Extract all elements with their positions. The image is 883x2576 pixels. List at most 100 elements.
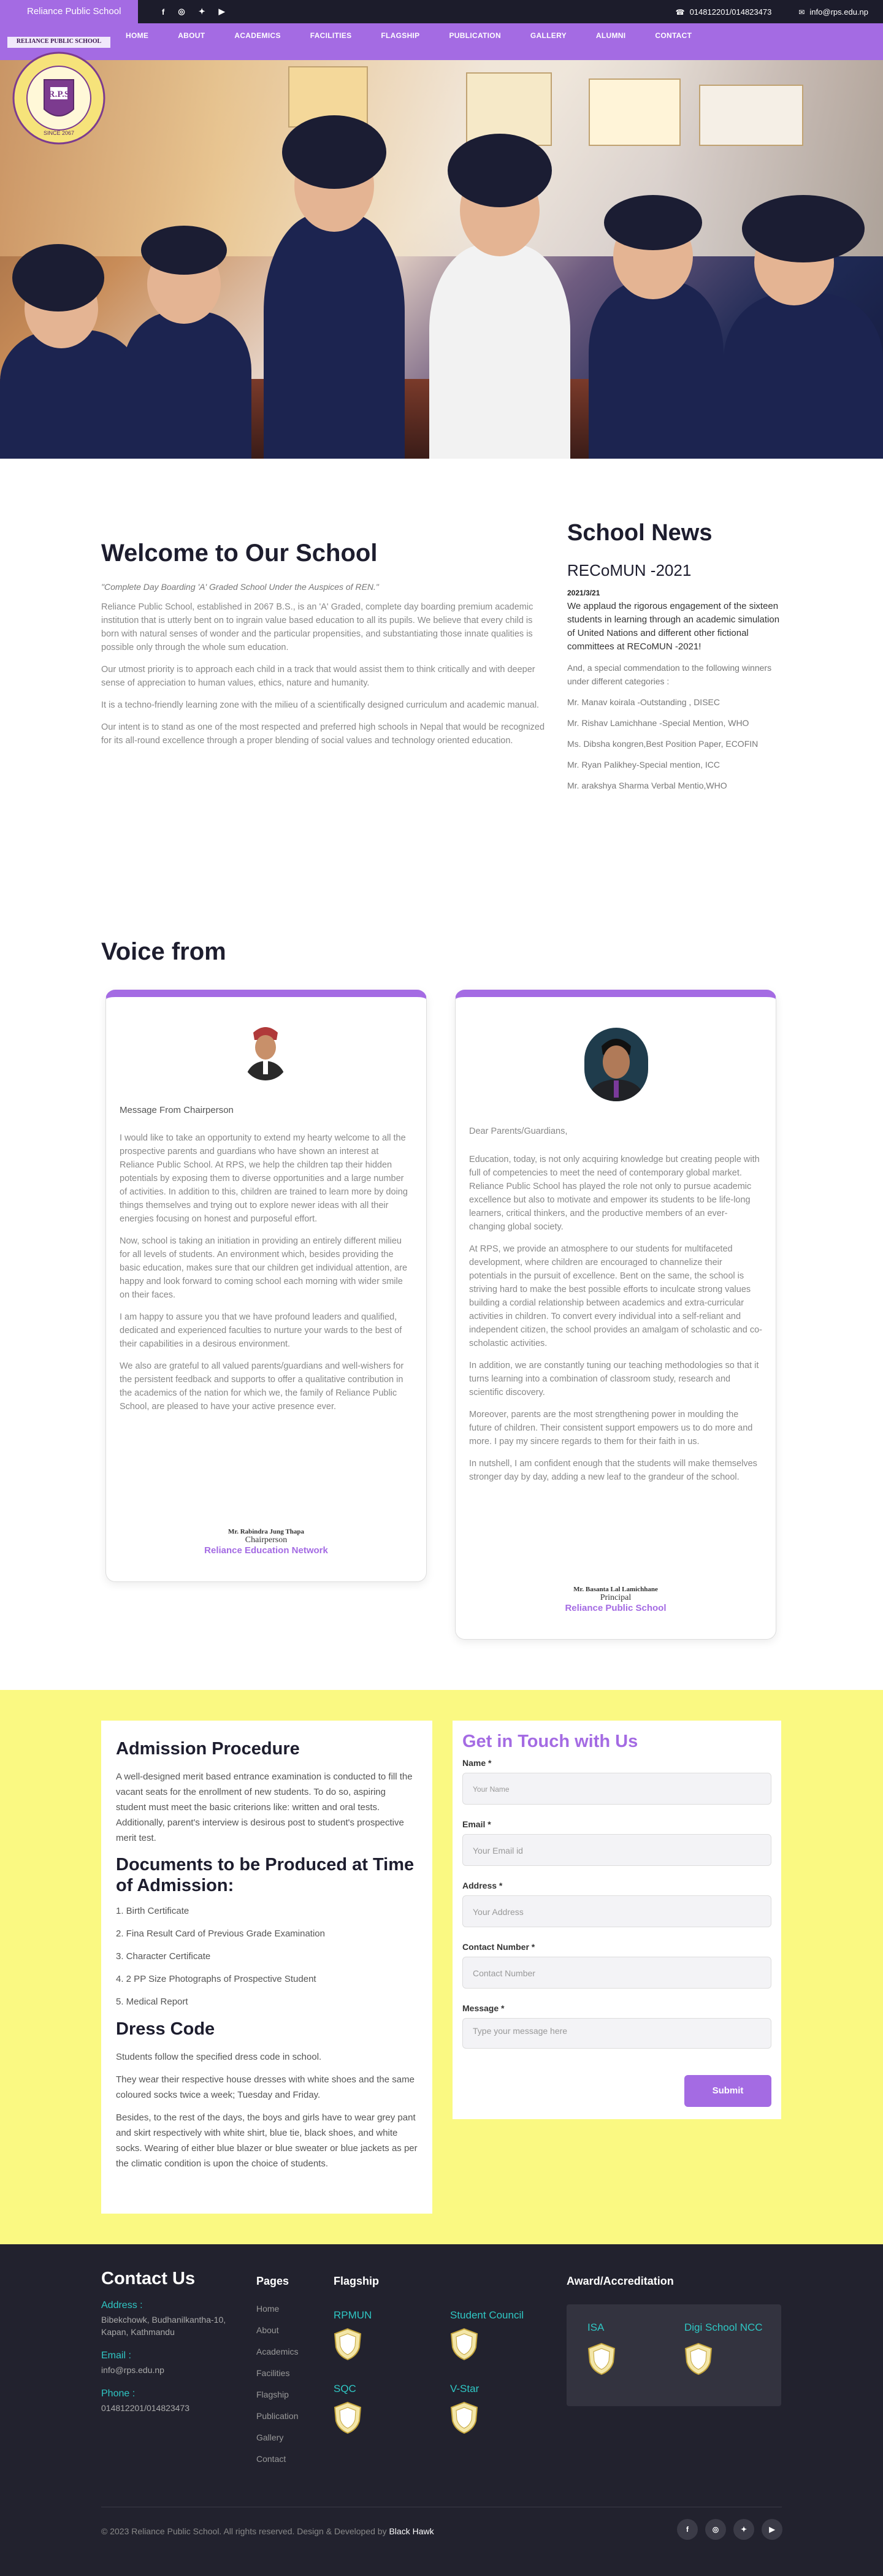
footer-link-academics[interactable]: Academics bbox=[256, 2347, 330, 2356]
message-textarea[interactable]: Type your message here bbox=[462, 2018, 771, 2049]
student-figure bbox=[123, 311, 251, 459]
brand-tab[interactable]: Reliance Public School bbox=[0, 0, 138, 23]
chairperson-org[interactable]: Reliance Education Network bbox=[106, 1545, 426, 1556]
wall-poster bbox=[699, 85, 803, 146]
footer-page-links: Home About Academics Facilities Flagship… bbox=[256, 2304, 330, 2464]
flagship-rpmun[interactable]: RPMUN bbox=[334, 2309, 372, 2364]
twitter-icon[interactable]: ✦ bbox=[199, 7, 205, 17]
principal-paragraph: Education, today, is not only acquiring … bbox=[469, 1155, 760, 1232]
documents-title: Documents to be Produced at Time of Admi… bbox=[116, 1855, 415, 1895]
nav-publication[interactable]: PUBLICATION bbox=[449, 31, 501, 40]
address-input[interactable]: Your Address bbox=[462, 1895, 771, 1927]
logo-top-text: RELIANCE PUBLIC SCHOOL bbox=[16, 38, 102, 45]
welcome-paragraph: Our intent is to stand as one of the mos… bbox=[101, 722, 545, 746]
admission-title: Admission Procedure bbox=[116, 1739, 300, 1759]
award-digi-school[interactable]: Digi School NCC bbox=[684, 2322, 763, 2379]
chairperson-paragraph: I am happy to assure you that we have pr… bbox=[120, 1312, 402, 1349]
nav-links: HOME ABOUT ACADEMICS FACILITIES FLAGSHIP… bbox=[126, 23, 721, 48]
news-headline[interactable]: RECoMUN -2021 bbox=[567, 561, 785, 580]
main-nav: HOME ABOUT ACADEMICS FACILITIES FLAGSHIP… bbox=[0, 23, 883, 60]
principal-card: Dear Parents/Guardians, Education, today… bbox=[455, 990, 776, 1640]
wall-poster bbox=[589, 78, 681, 146]
shield-badge-icon bbox=[450, 2401, 478, 2434]
top-socials: f ◎ ✦ ▶ bbox=[162, 0, 225, 23]
award-isa[interactable]: ISA bbox=[587, 2322, 616, 2379]
youtube-icon[interactable]: ▶ bbox=[219, 7, 225, 17]
footer-socials: f ◎ ✦ ▶ bbox=[677, 2519, 782, 2540]
shield-badge-icon bbox=[587, 2342, 616, 2375]
submit-button[interactable]: Submit bbox=[684, 2075, 771, 2107]
school-logo[interactable]: RELIANCE PUBLIC SCHOOL R.P.S SINCE 2067 bbox=[7, 37, 110, 146]
chairperson-signature: Mr. Rabindra Jung Thapa Chairperson Reli… bbox=[106, 1528, 426, 1556]
document-item: 5. Medical Report bbox=[116, 1997, 188, 2007]
student-figure bbox=[448, 134, 552, 207]
flagship-v-star[interactable]: V-Star bbox=[450, 2383, 479, 2437]
top-phone[interactable]: ☎ 014812201/014823473 bbox=[676, 7, 772, 17]
email-label: Email * bbox=[462, 1819, 491, 1829]
chairperson-paragraph: Now, school is taking an initiation in p… bbox=[120, 1236, 408, 1300]
award-panel: ISA Digi School NCC bbox=[567, 2304, 781, 2406]
news-winner: Mr. Rishav Lamichhane -Special Mention, … bbox=[567, 718, 749, 728]
voice-title: Voice from bbox=[101, 938, 226, 965]
name-input[interactable]: Your Name bbox=[462, 1773, 771, 1805]
footer-address-label: Address : bbox=[101, 2300, 143, 2310]
nav-about[interactable]: ABOUT bbox=[178, 31, 205, 40]
principal-org[interactable]: Reliance Public School bbox=[456, 1603, 776, 1613]
nav-gallery[interactable]: GALLERY bbox=[530, 31, 567, 40]
student-figure bbox=[742, 195, 865, 262]
chairperson-avatar bbox=[242, 1022, 289, 1080]
news-winner: Mr. Manav koirala -Outstanding , DISEC bbox=[567, 697, 720, 707]
principal-avatar bbox=[584, 1028, 648, 1101]
footer-phone[interactable]: 014812201/014823473 bbox=[101, 2402, 242, 2414]
facebook-icon[interactable]: f bbox=[677, 2519, 698, 2540]
email-input[interactable]: Your Email id bbox=[462, 1834, 771, 1866]
footer-link-facilities[interactable]: Facilities bbox=[256, 2368, 330, 2378]
principal-body: Dear Parents/Guardians, Education, today… bbox=[469, 1125, 762, 1492]
footer-pages-title: Pages bbox=[256, 2275, 289, 2287]
news-winner: Ms. Dibsha kongren,Best Position Paper, … bbox=[567, 739, 759, 749]
nav-contact[interactable]: CONTACT bbox=[655, 31, 692, 40]
footer-link-flagship[interactable]: Flagship bbox=[256, 2390, 330, 2399]
dress-code-text: They wear their respective house dresses… bbox=[116, 2074, 415, 2100]
instagram-icon[interactable]: ◎ bbox=[178, 7, 185, 17]
welcome-section: Welcome to Our School "Complete Day Boar… bbox=[101, 540, 552, 756]
shield-badge-icon bbox=[450, 2328, 478, 2361]
footer-link-publication[interactable]: Publication bbox=[256, 2411, 330, 2421]
footer-link-gallery[interactable]: Gallery bbox=[256, 2433, 330, 2442]
contact-number-input[interactable]: Contact Number bbox=[462, 1957, 771, 1989]
nav-home[interactable]: HOME bbox=[126, 31, 148, 40]
youtube-icon[interactable]: ▶ bbox=[762, 2519, 782, 2540]
footer-pages: Pages Home About Academics Facilities Fl… bbox=[256, 2275, 330, 2475]
student-figure bbox=[264, 213, 405, 459]
top-email[interactable]: ✉ info@rps.edu.np bbox=[798, 7, 868, 17]
chairperson-paragraph: I would like to take an opportunity to e… bbox=[120, 1133, 408, 1224]
flagship-sqc[interactable]: SQC bbox=[334, 2383, 362, 2437]
chairperson-name: Mr. Rabindra Jung Thapa bbox=[227, 1528, 305, 1535]
footer-phone-label: Phone : bbox=[101, 2388, 136, 2399]
flagship-student-council[interactable]: Student Council bbox=[450, 2309, 524, 2364]
chairperson-label: Message From Chairperson bbox=[120, 1105, 234, 1115]
footer-email[interactable]: info@rps.edu.np bbox=[101, 2364, 242, 2376]
news-commend: And, a special commendation to the follo… bbox=[567, 663, 772, 686]
footer-link-about[interactable]: About bbox=[256, 2325, 330, 2335]
top-contacts: ☎ 014812201/014823473 ✉ info@rps.edu.np bbox=[676, 0, 868, 23]
instagram-icon[interactable]: ◎ bbox=[705, 2519, 726, 2540]
welcome-tagline: "Complete Day Boarding 'A' Graded School… bbox=[101, 582, 379, 592]
nav-flagship[interactable]: FLAGSHIP bbox=[381, 31, 419, 40]
nav-alumni[interactable]: ALUMNI bbox=[596, 31, 625, 40]
twitter-icon[interactable]: ✦ bbox=[733, 2519, 754, 2540]
footer-address: Bibekchowk, Budhanilkantha-10, Kapan, Ka… bbox=[101, 2315, 226, 2337]
developer-link[interactable]: Black Hawk bbox=[389, 2526, 434, 2536]
nav-academics[interactable]: ACADEMICS bbox=[234, 31, 280, 40]
footer-contact-title: Contact Us bbox=[101, 2269, 196, 2288]
admission-box: Admission Procedure A well-designed meri… bbox=[101, 1721, 432, 2214]
principal-paragraph: In nutshell, I am confident enough that … bbox=[469, 1459, 757, 1482]
nav-facilities[interactable]: FACILITIES bbox=[310, 31, 352, 40]
footer-link-home[interactable]: Home bbox=[256, 2304, 330, 2314]
email-text: info@rps.edu.np bbox=[809, 7, 868, 17]
welcome-paragraph: Our utmost priority is to approach each … bbox=[101, 665, 535, 688]
news-date: 2021/3/21 bbox=[567, 589, 600, 597]
facebook-icon[interactable]: f bbox=[162, 7, 164, 17]
principal-signature: Mr. Basanta Lal Lamichhane Principal Rel… bbox=[456, 1586, 776, 1613]
footer-link-contact[interactable]: Contact bbox=[256, 2454, 330, 2464]
